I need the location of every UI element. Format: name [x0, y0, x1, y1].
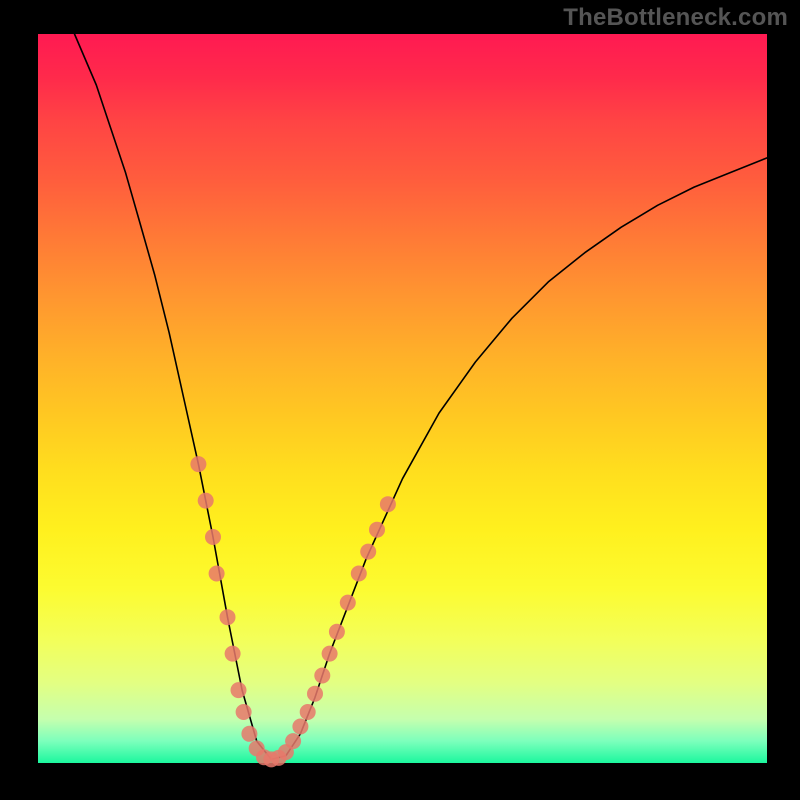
data-marker	[329, 624, 345, 640]
data-marker	[190, 456, 206, 472]
data-marker	[198, 493, 214, 509]
data-marker	[225, 646, 241, 662]
data-marker	[209, 566, 225, 582]
plot-area	[38, 34, 767, 763]
marker-layer	[190, 456, 396, 767]
data-marker	[241, 726, 257, 742]
data-marker	[220, 609, 236, 625]
data-marker	[351, 566, 367, 582]
bottleneck-curve	[75, 34, 768, 759]
data-marker	[314, 668, 330, 684]
data-marker	[340, 595, 356, 611]
data-marker	[360, 544, 376, 560]
data-marker	[322, 646, 338, 662]
chart-svg	[38, 34, 767, 763]
data-marker	[307, 686, 323, 702]
data-marker	[231, 682, 247, 698]
data-marker	[236, 704, 252, 720]
data-marker	[285, 733, 301, 749]
data-marker	[380, 496, 396, 512]
data-marker	[292, 719, 308, 735]
watermark-text: TheBottleneck.com	[563, 4, 788, 32]
data-marker	[300, 704, 316, 720]
chart-frame: TheBottleneck.com	[0, 0, 800, 800]
data-marker	[369, 522, 385, 538]
data-marker	[205, 529, 221, 545]
